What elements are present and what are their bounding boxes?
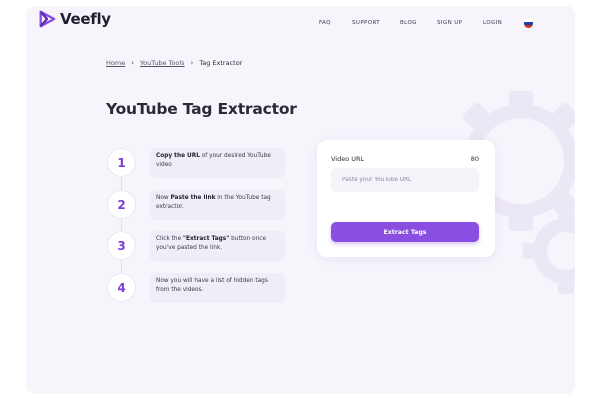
breadcrumb: Home › YouTube Tools › Tag Extractor bbox=[106, 59, 242, 67]
step-number-4: 4 bbox=[107, 273, 136, 302]
chevron-right-icon: › bbox=[190, 59, 194, 67]
nav-login[interactable]: LOGIN bbox=[483, 20, 502, 26]
step-text-bold: Copy the URL bbox=[156, 153, 200, 159]
chevron-right-icon: › bbox=[131, 59, 135, 67]
step-text-bold: "Extract Tags" bbox=[183, 236, 230, 242]
step-text-pre: Now bbox=[156, 195, 171, 201]
breadcrumb-youtube-tools[interactable]: YouTube Tools bbox=[140, 59, 185, 67]
video-url-label: Video URL bbox=[331, 155, 365, 163]
char-count: 80 bbox=[470, 155, 479, 163]
step-number-1: 1 bbox=[107, 148, 136, 177]
nav-sign-up[interactable]: SIGN UP bbox=[437, 20, 462, 26]
step-text-pre: Click the bbox=[156, 236, 184, 242]
step-number-3: 3 bbox=[107, 231, 136, 260]
nav-faq[interactable]: FAQ bbox=[319, 20, 331, 26]
extract-tags-button[interactable]: Extract Tags bbox=[331, 222, 479, 242]
step-card-3: Click the "Extract Tags" button once you… bbox=[150, 231, 285, 261]
breadcrumb-home[interactable]: Home bbox=[106, 59, 125, 67]
nav-support[interactable]: SUPPORT bbox=[352, 20, 380, 26]
step-card-2: Now Paste the link in the YouTube tag ex… bbox=[150, 190, 285, 220]
video-url-input[interactable] bbox=[331, 168, 479, 192]
russia-flag-icon[interactable] bbox=[524, 19, 533, 28]
nav-blog[interactable]: BLOG bbox=[400, 20, 417, 26]
step-number-2: 2 bbox=[107, 190, 136, 219]
breadcrumb-current: Tag Extractor bbox=[199, 59, 243, 67]
step-text-pre: Now you will have a list of hidden tags … bbox=[156, 278, 268, 293]
steps-connector bbox=[121, 162, 122, 287]
step-card-1: Copy the URL of your desired YouTube vid… bbox=[150, 148, 285, 178]
step-card-4: Now you will have a list of hidden tags … bbox=[150, 273, 285, 303]
extract-form: Video URL 80 Extract Tags bbox=[317, 140, 495, 257]
page-title: YouTube Tag Extractor bbox=[106, 100, 297, 118]
step-text-bold: Paste the link bbox=[170, 195, 216, 201]
main-nav: FAQ SUPPORT BLOG SIGN UP LOGIN bbox=[0, 20, 601, 30]
